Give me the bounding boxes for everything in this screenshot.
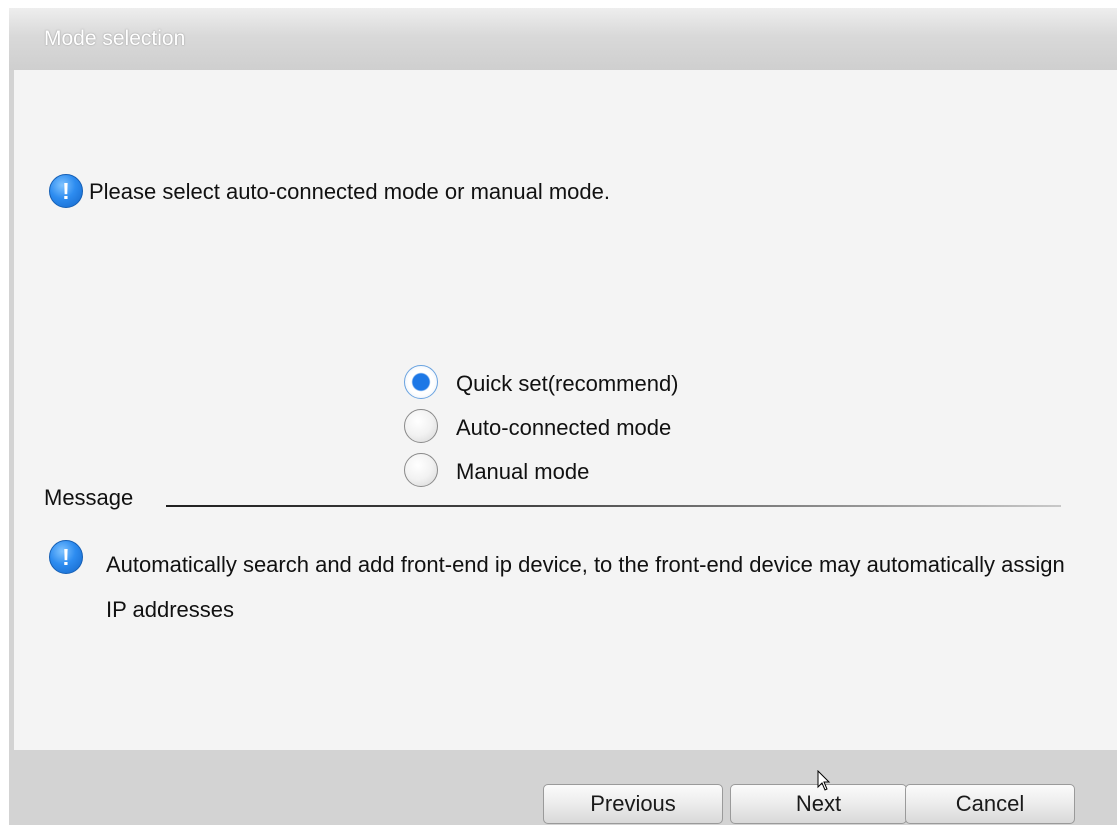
previous-button[interactable]: Previous <box>543 784 723 824</box>
info-icon: ! <box>49 174 83 208</box>
mode-selection-dialog: Mode selection ! Please select auto-conn… <box>9 8 1117 825</box>
message-text: Automatically search and add front-end i… <box>106 552 1065 622</box>
radio-label-manual-mode[interactable]: Manual mode <box>456 459 589 485</box>
radio-label-auto-connected[interactable]: Auto-connected mode <box>456 415 671 441</box>
radio-button[interactable] <box>404 453 438 487</box>
prompt-text: Please select auto-connected mode or man… <box>89 179 610 204</box>
radio-button-selected[interactable] <box>404 365 438 399</box>
title-bar: Mode selection <box>9 8 1117 70</box>
next-button[interactable]: Next <box>730 784 907 824</box>
button-bar: Previous Next Cancel <box>9 750 1117 825</box>
message-section-label: Message <box>44 485 134 510</box>
info-icon: ! <box>49 540 83 574</box>
cancel-button[interactable]: Cancel <box>905 784 1075 824</box>
radio-button[interactable] <box>404 409 438 443</box>
message-divider <box>166 505 1061 507</box>
radio-label-quick-set[interactable]: Quick set(recommend) <box>456 371 679 397</box>
dialog-content: ! Please select auto-connected mode or m… <box>14 70 1117 750</box>
dialog-title: Mode selection <box>44 27 186 50</box>
